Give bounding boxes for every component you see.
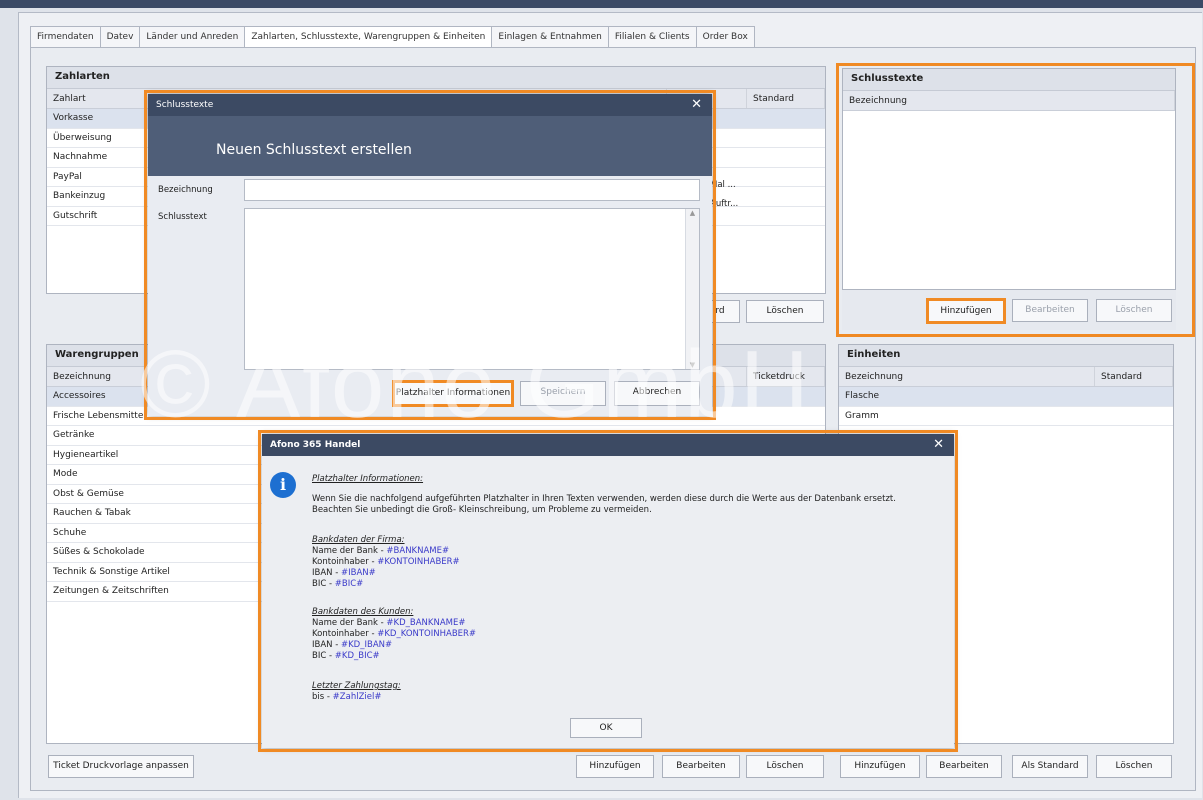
einheiten-delete-button[interactable]: Löschen (1096, 755, 1172, 778)
zahlarten-title: Zahlarten (47, 67, 825, 89)
list-item[interactable]: Flasche (839, 387, 1173, 407)
zahlarten-delete-button[interactable]: Löschen (746, 300, 824, 323)
info-dialog-highlight (258, 430, 958, 752)
einheiten-standard-button[interactable]: Als Standard (1012, 755, 1088, 778)
warengruppen-add-button[interactable]: Hinzufügen (576, 755, 654, 778)
einheiten-edit-button[interactable]: Bearbeiten (926, 755, 1002, 778)
tab-laender[interactable]: Länder und Anreden (139, 26, 245, 48)
warengruppen-delete-button[interactable]: Löschen (746, 755, 824, 778)
einheiten-title: Einheiten (839, 345, 1173, 367)
tab-orderbox[interactable]: Order Box (695, 26, 755, 48)
list-item[interactable]: Gramm (839, 407, 1173, 426)
ticket-template-button[interactable]: Ticket Druckvorlage anpassen (48, 755, 194, 778)
tab-firmendaten[interactable]: Firmendaten (30, 26, 100, 48)
window-titlebar (0, 0, 1203, 8)
einheiten-grid-header: Bezeichnung Standard (839, 367, 1173, 387)
col-ticketdruck[interactable]: Ticketdruck (747, 367, 825, 386)
tab-filialen[interactable]: Filialen & Clients (607, 26, 696, 48)
tab-einlagen[interactable]: Einlagen & Entnahmen (491, 26, 608, 48)
col-bezeichnung[interactable]: Bezeichnung (839, 367, 1095, 386)
settings-tabs: Firmendaten Datev Länder und Anreden Zah… (30, 26, 755, 48)
warengruppen-edit-button[interactable]: Bearbeiten (662, 755, 740, 778)
schlusstext-dialog-highlight (144, 90, 716, 420)
col-standard[interactable]: Standard (1095, 367, 1173, 386)
einheiten-add-button[interactable]: Hinzufügen (840, 755, 920, 778)
tab-zahlarten[interactable]: Zahlarten, Schlusstexte, Warengruppen & … (244, 26, 492, 48)
tab-datev[interactable]: Datev (99, 26, 140, 48)
col-standard[interactable]: Standard (747, 89, 825, 108)
schlusstexte-highlight (836, 63, 1195, 337)
